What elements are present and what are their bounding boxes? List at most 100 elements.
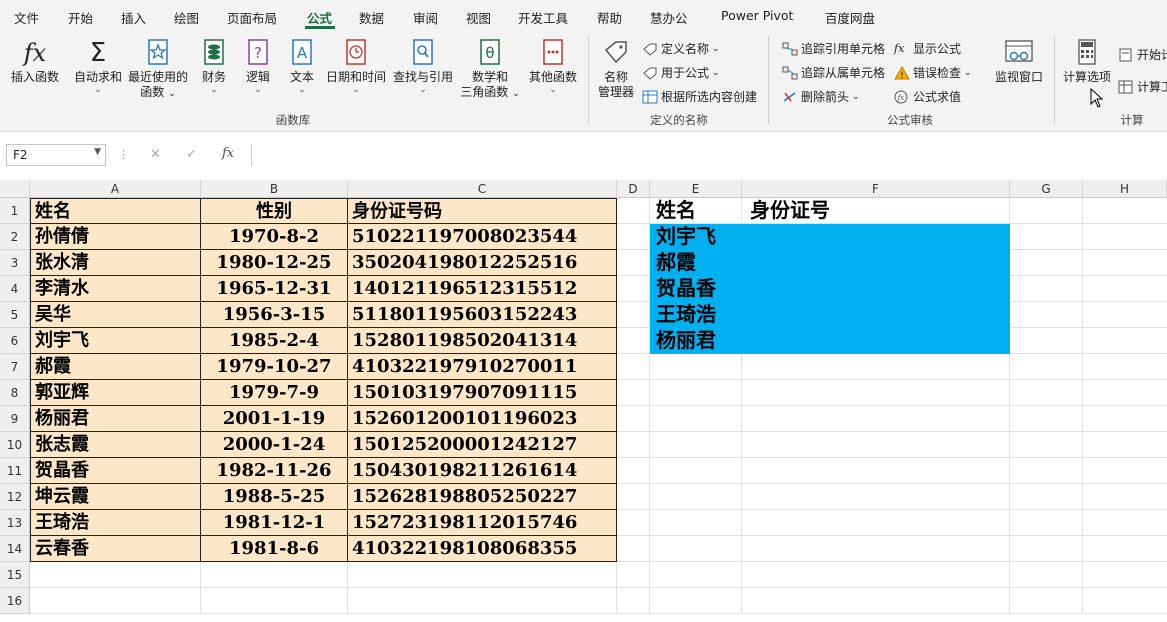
table-cell[interactable]: 李清水 (30, 276, 201, 302)
table-cell[interactable]: 郭亚辉 (30, 380, 201, 406)
formula-input[interactable] (251, 144, 1167, 166)
name-manager-button[interactable]: 名称 管理器 (594, 38, 638, 100)
insert-function-button[interactable]: fx 插入函数 (6, 38, 64, 85)
column-header[interactable]: F (742, 180, 1010, 198)
calculate-now-button[interactable]: 开始计 (1118, 46, 1167, 63)
row-header[interactable]: 6 (0, 328, 30, 354)
tab-baidu-netdisk[interactable]: 百度网盘 (825, 8, 875, 27)
tab-help[interactable]: 帮助 (597, 8, 622, 27)
table-cell[interactable]: 刘宇飞 (30, 328, 201, 354)
calculation-options-button[interactable]: 计算选项 (1060, 38, 1114, 85)
logical-button[interactable]: ? 逻辑 ⌄ (240, 38, 276, 95)
table-cell[interactable]: 510221197008023544 (348, 224, 617, 250)
use-in-formula-button[interactable]: 用于公式 ⌄ (642, 64, 720, 81)
table-cell[interactable]: 152801198502041314 (348, 328, 617, 354)
tab-insert[interactable]: 插入 (121, 8, 146, 27)
table-cell[interactable]: 1988-5-25 (201, 484, 348, 510)
table-cell[interactable]: 511801195603152243 (348, 302, 617, 328)
name-box[interactable]: F2 ▼ (6, 144, 106, 166)
datetime-button[interactable]: 日期和时间 ⌄ (324, 38, 388, 95)
column-header[interactable]: G (1010, 180, 1083, 198)
calculate-sheet-button[interactable]: 计算工 (1118, 78, 1167, 95)
table-cell[interactable]: 1981-12-1 (201, 510, 348, 536)
table-cell[interactable]: 王琦浩 (30, 510, 201, 536)
row-header[interactable]: 16 (0, 588, 30, 614)
define-name-button[interactable]: 定义名称 ⌄ (642, 40, 720, 57)
text-button[interactable]: A 文本 ⌄ (284, 38, 320, 95)
table-cell[interactable]: 150125200001242127 (348, 432, 617, 458)
tab-data[interactable]: 数据 (359, 8, 384, 27)
row-header[interactable]: 8 (0, 380, 30, 406)
lookup-name-cell[interactable]: 王琦浩 (650, 302, 742, 328)
recent-functions-button[interactable]: 最近使用的 函数 ⌄ (126, 38, 190, 102)
table-cell[interactable]: 1981-8-6 (201, 536, 348, 562)
show-formulas-button[interactable]: fx 显示公式 (894, 40, 961, 57)
lookup-header-id[interactable]: 身份证号 (742, 198, 1010, 224)
insert-function-icon[interactable]: fx (222, 146, 234, 161)
column-header[interactable]: B (201, 180, 348, 198)
evaluate-formula-button[interactable]: fx 公式求值 (894, 88, 961, 105)
enter-icon[interactable]: ✓ (186, 147, 197, 162)
column-header[interactable]: C (348, 180, 617, 198)
lookup-name-cell[interactable]: 贺晶香 (650, 276, 742, 302)
tab-draw[interactable]: 绘图 (174, 8, 199, 27)
table-cell[interactable]: 坤云霞 (30, 484, 201, 510)
error-checking-button[interactable]: ! 错误检查 ⌄ (894, 64, 972, 81)
row-header[interactable]: 9 (0, 406, 30, 432)
table-cell[interactable]: 2001-1-19 (201, 406, 348, 432)
table-cell[interactable]: 张志霞 (30, 432, 201, 458)
row-header[interactable]: 14 (0, 536, 30, 562)
table-cell[interactable]: 350204198012252516 (348, 250, 617, 276)
table-cell[interactable]: 140121196512315512 (348, 276, 617, 302)
lookup-name-cell[interactable]: 刘宇飞 (650, 224, 742, 250)
table-cell[interactable]: 1965-12-31 (201, 276, 348, 302)
tab-formulas[interactable]: 公式 (307, 8, 332, 27)
row-header[interactable]: 4 (0, 276, 30, 302)
table-cell[interactable]: 410322198108068355 (348, 536, 617, 562)
table-cell[interactable]: 2000-1-24 (201, 432, 348, 458)
table-cell[interactable]: 1979-7-9 (201, 380, 348, 406)
table-header-cell[interactable]: 性别 (201, 198, 348, 224)
row-header[interactable]: 12 (0, 484, 30, 510)
more-options-dots-icon[interactable]: ⋮ (118, 148, 129, 161)
table-cell[interactable]: 贺晶香 (30, 458, 201, 484)
math-trig-button[interactable]: θ 数学和 三角函数 ⌄ (458, 38, 522, 102)
table-cell[interactable]: 1979-10-27 (201, 354, 348, 380)
table-header-cell[interactable]: 姓名 (30, 198, 201, 224)
select-all-corner[interactable] (0, 180, 30, 198)
table-cell[interactable]: 1985-2-4 (201, 328, 348, 354)
tab-view[interactable]: 视图 (466, 8, 491, 27)
more-functions-button[interactable]: 其他函数 ⌄ (524, 38, 582, 95)
lookup-name-cell[interactable]: 杨丽君 (650, 328, 742, 354)
financial-button[interactable]: 财务 ⌄ (196, 38, 232, 95)
table-cell[interactable]: 吴华 (30, 302, 201, 328)
row-header[interactable]: 3 (0, 250, 30, 276)
chevron-down-icon[interactable]: ▼ (94, 147, 101, 157)
row-header[interactable]: 2 (0, 224, 30, 250)
table-cell[interactable]: 410322197910270011 (348, 354, 617, 380)
lookup-header-name[interactable]: 姓名 (650, 198, 742, 224)
table-cell[interactable]: 152628198805250227 (348, 484, 617, 510)
autosum-button[interactable]: Σ 自动求和 ⌄ (70, 38, 126, 95)
lookup-name-cell[interactable]: 郝霞 (650, 250, 742, 276)
table-cell[interactable]: 孙倩倩 (30, 224, 201, 250)
table-cell[interactable]: 150103197907091115 (348, 380, 617, 406)
table-cell[interactable]: 152723198112015746 (348, 510, 617, 536)
trace-precedents-button[interactable]: 追踪引用单元格 (782, 40, 885, 57)
create-from-selection-button[interactable]: 根据所选内容创建 (642, 88, 757, 105)
tab-file[interactable]: 文件 (14, 8, 39, 27)
column-header[interactable]: A (30, 180, 201, 198)
table-cell[interactable]: 杨丽君 (30, 406, 201, 432)
table-cell[interactable]: 152601200101196023 (348, 406, 617, 432)
table-cell[interactable]: 1982-11-26 (201, 458, 348, 484)
table-cell[interactable]: 张水清 (30, 250, 201, 276)
row-header[interactable]: 15 (0, 562, 30, 588)
row-header[interactable]: 1 (0, 198, 30, 224)
table-cell[interactable]: 1980-12-25 (201, 250, 348, 276)
table-cell[interactable]: 150430198211261614 (348, 458, 617, 484)
column-header[interactable]: D (617, 180, 650, 198)
tab-power-pivot[interactable]: Power Pivot (721, 8, 793, 23)
row-header[interactable]: 5 (0, 302, 30, 328)
tab-page-layout[interactable]: 页面布局 (227, 8, 277, 27)
row-header[interactable]: 10 (0, 432, 30, 458)
